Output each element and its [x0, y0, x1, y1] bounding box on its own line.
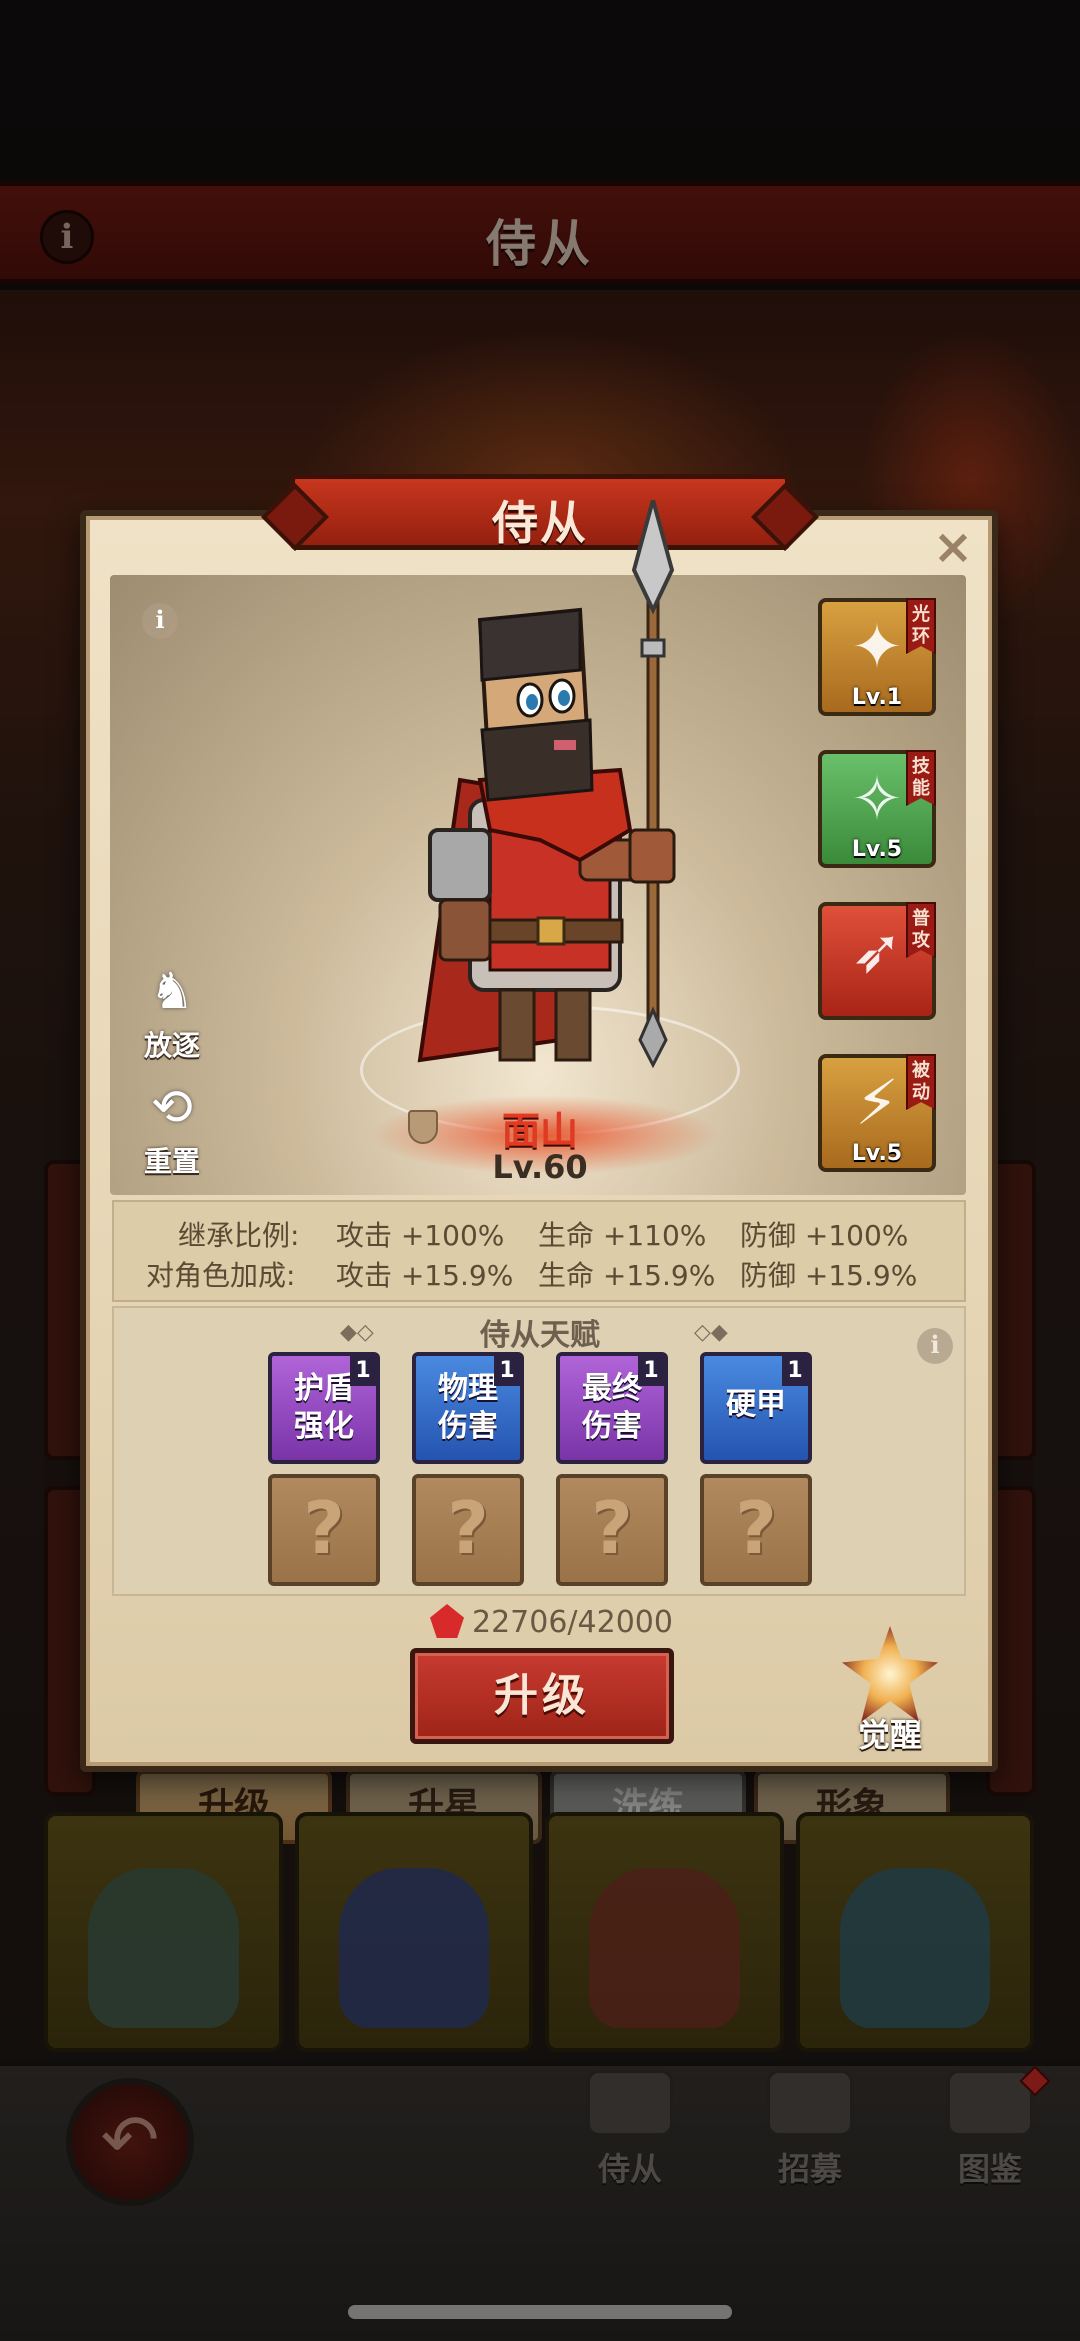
skill-level: Lv.5 [851, 837, 903, 862]
cost-value: 22706/42000 [472, 1605, 673, 1640]
talent-count: 1 [494, 1356, 520, 1386]
horse-icon: ♞ [149, 962, 195, 1020]
skill-level: Lv.5 [851, 1141, 903, 1166]
question-mark-icon: ? [303, 1486, 345, 1570]
skill-tag: 技能 [906, 750, 936, 806]
skill-tag: 被动 [906, 1054, 936, 1110]
talent-physical-damage[interactable]: 物理 伤害 1 [412, 1352, 524, 1464]
bonus-row: 对角色加成: 攻击 +15.9% 生命 +15.9% 防御 +15.9% [114, 1254, 968, 1294]
talent-shield-boost[interactable]: 护盾 强化 1 [268, 1352, 380, 1464]
stats-panel: 继承比例: 攻击 +100% 生命 +110% 防御 +100% 对角色加成: … [112, 1200, 966, 1302]
inherit-attack: 攻击 +100% [336, 1219, 505, 1252]
hero-level: Lv.60 [492, 1148, 588, 1186]
reset-label: 重置 [143, 1145, 200, 1178]
upgrade-button[interactable]: 升级 [410, 1648, 674, 1744]
red-crystal-icon [430, 1604, 464, 1638]
hero-character [417, 500, 676, 1069]
awaken-label: 觉醒 [857, 1716, 922, 1754]
talent-name: 硬甲 [726, 1387, 786, 1422]
hero-info-icon[interactable]: i [142, 603, 178, 639]
skill-tag: 光环 [906, 598, 936, 654]
awaken-button[interactable]: 觉醒 [835, 1626, 945, 1756]
shield-icon [408, 1110, 438, 1144]
talent-locked-slot[interactable]: ? [412, 1474, 524, 1586]
bonus-hp: 生命 +15.9% [538, 1259, 716, 1292]
talent-info-icon[interactable]: i [917, 1328, 953, 1364]
bonus-attack: 攻击 +15.9% [336, 1259, 514, 1292]
talent-locked-slot[interactable]: ? [556, 1474, 668, 1586]
talent-count: 1 [638, 1356, 664, 1386]
upgrade-cost: 22706/42000 [430, 1604, 730, 1640]
inherit-row: 继承比例: 攻击 +100% 生命 +110% 防御 +100% [114, 1214, 968, 1254]
awaken-star-icon [842, 1626, 938, 1722]
skill-passive[interactable]: ⚡ Lv.5 被动 [818, 1054, 936, 1172]
reset-icon: ⟲ [151, 1078, 193, 1136]
skill-active[interactable]: ✧ Lv.5 技能 [818, 750, 936, 868]
talent-hard-armor[interactable]: 硬甲 1 [700, 1352, 812, 1464]
close-button[interactable]: × [930, 523, 976, 571]
talent-final-damage[interactable]: 最终 伤害 1 [556, 1352, 668, 1464]
skill-level: Lv.1 [851, 685, 903, 710]
divider-ornament-right: ◇◆ [694, 1320, 728, 1345]
inherit-hp: 生命 +110% [538, 1219, 707, 1252]
skill-attack[interactable]: ➶ 普攻 [818, 902, 936, 1020]
bonus-label: 对角色加成: [146, 1259, 296, 1292]
bonus-defense: 防御 +15.9% [740, 1259, 918, 1292]
inherit-label: 继承比例: [178, 1219, 300, 1252]
skill-tag: 普攻 [906, 902, 936, 958]
talent-locked-slot[interactable]: ? [268, 1474, 380, 1586]
banish-action[interactable]: ♞ 放逐 [132, 960, 212, 1064]
hero-name: 面山 [501, 1109, 578, 1153]
question-mark-icon: ? [735, 1486, 777, 1570]
banish-label: 放逐 [143, 1029, 200, 1062]
talent-count: 1 [350, 1356, 376, 1386]
talent-locked-slot[interactable]: ? [700, 1474, 812, 1586]
reset-action[interactable]: ⟲ 重置 [132, 1076, 212, 1180]
inherit-defense: 防御 +100% [740, 1219, 909, 1252]
talent-count: 1 [782, 1356, 808, 1386]
question-mark-icon: ? [447, 1486, 489, 1570]
upgrade-label: 升级 [494, 1670, 590, 1721]
skill-aura[interactable]: ✦ Lv.1 光环 [818, 598, 936, 716]
question-mark-icon: ? [591, 1486, 633, 1570]
